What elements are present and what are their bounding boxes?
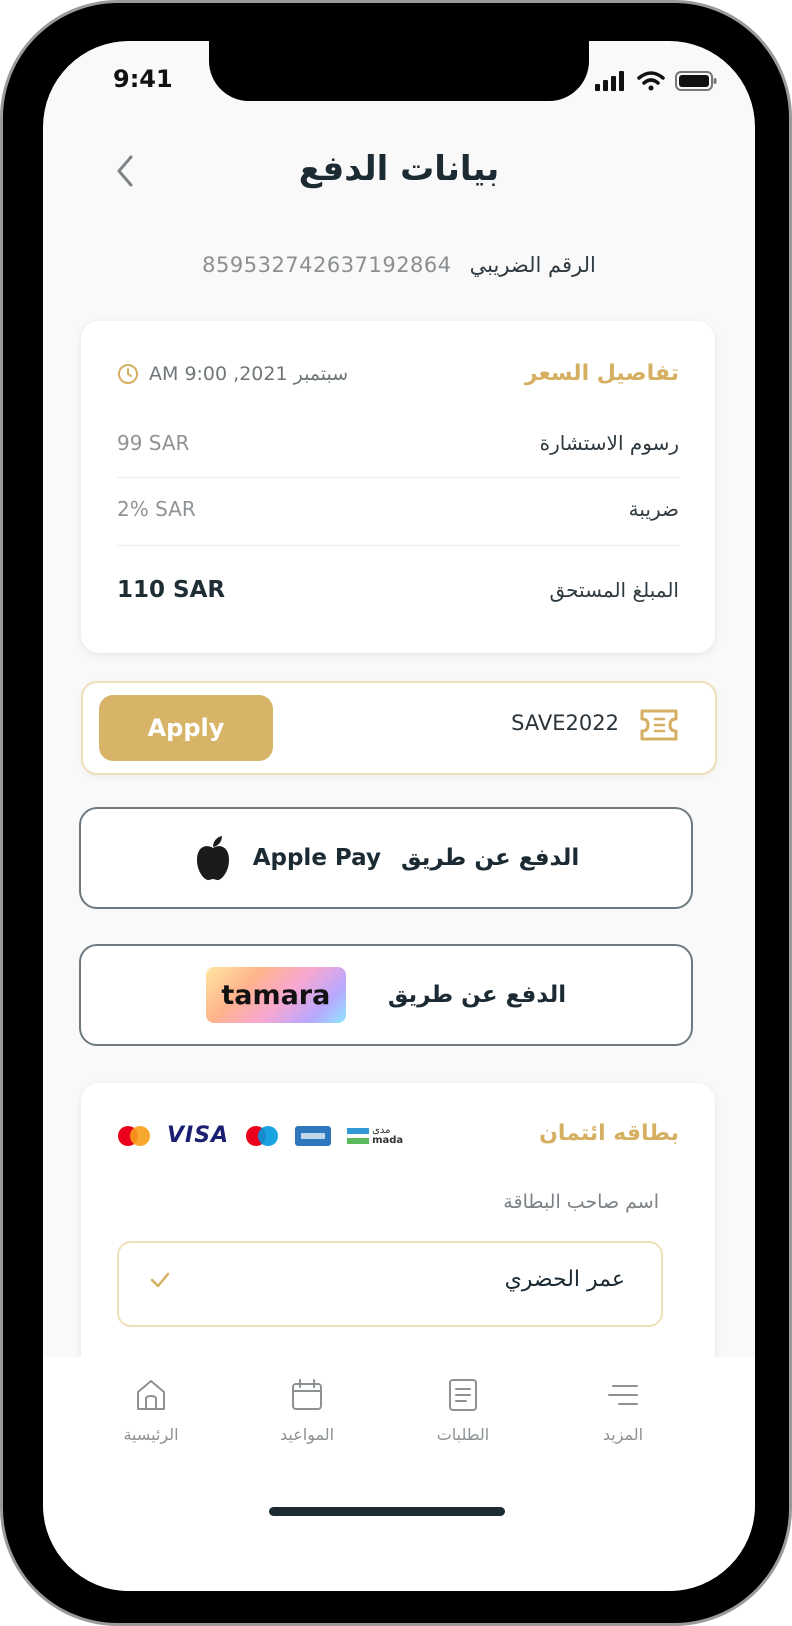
tab-more[interactable]: المزيد bbox=[563, 1377, 683, 1444]
visa-icon: VISA bbox=[167, 1123, 230, 1148]
tab-appointments-label: المواعيد bbox=[279, 1425, 335, 1444]
price-header-row: تفاصيل السعر سبتمبر 2021, 9:00 AM bbox=[117, 361, 679, 386]
more-icon bbox=[608, 1385, 638, 1405]
mastercard-icon bbox=[118, 1125, 150, 1146]
screen: 9:41 بيانات الدفع الرقم الضريبي 85953274… bbox=[43, 41, 755, 1591]
tax-label: الرقم الضريبي bbox=[469, 253, 596, 277]
page-title: بيانات الدفع bbox=[298, 149, 500, 189]
credit-card-title: بطاقه ائتمان bbox=[539, 1121, 679, 1146]
apple-pay-brand: Apple Pay bbox=[252, 845, 381, 871]
calendar-icon bbox=[292, 1379, 322, 1410]
maestro-icon bbox=[246, 1125, 279, 1146]
tab-appointments[interactable]: المواعيد bbox=[247, 1377, 367, 1444]
apple-pay-button[interactable]: الدفع عن طريق Apple Pay bbox=[79, 807, 693, 909]
orders-icon bbox=[449, 1379, 477, 1411]
datetime-text: سبتمبر 2021, 9:00 AM bbox=[149, 362, 349, 385]
card-brands: VISA مدى mada bbox=[117, 1123, 403, 1148]
credit-card-section: بطاقه ائتمان VISA مدى mada اسم صاحب البط… bbox=[81, 1083, 715, 1403]
signal-icon bbox=[595, 71, 624, 91]
tamara-pay-label: الدفع عن طريق bbox=[387, 982, 567, 1008]
home-indicator bbox=[269, 1507, 505, 1516]
consultation-fee-value: 99 SAR bbox=[117, 431, 190, 455]
consultation-fee-row: رسوم الاستشارة 99 SAR bbox=[117, 431, 679, 455]
clock-icon bbox=[118, 363, 138, 384]
tab-home[interactable]: الرئيسية bbox=[91, 1377, 211, 1444]
tamara-pay-button[interactable]: الدفع عن طريق tamara bbox=[79, 944, 693, 1046]
divider bbox=[117, 545, 679, 546]
card-holder-value[interactable]: عمر الحضري bbox=[505, 1267, 625, 1292]
apple-pay-label: الدفع عن طريق bbox=[400, 845, 580, 871]
ticket-icon bbox=[640, 709, 678, 741]
amount-due-label: المبلغ المستحق bbox=[549, 578, 679, 602]
amount-due-row: المبلغ المستحق 110 SAR bbox=[117, 577, 679, 603]
price-details-card: تفاصيل السعر سبتمبر 2021, 9:00 AM رسوم ا… bbox=[81, 321, 715, 653]
mada-text: mada bbox=[372, 1134, 404, 1146]
tax-number-row: الرقم الضريبي 859532742637192864 bbox=[43, 253, 755, 277]
home-icon bbox=[137, 1380, 165, 1410]
card-holder-input[interactable]: عمر الحضري bbox=[117, 1241, 663, 1327]
mada-icon: مدى mada bbox=[347, 1125, 403, 1147]
mada-arabic: مدى bbox=[372, 1124, 391, 1136]
apply-coupon-button[interactable]: Apply bbox=[99, 695, 273, 761]
tax-number: 859532742637192864 bbox=[202, 253, 452, 277]
check-icon bbox=[150, 1272, 170, 1288]
status-time: 9:41 bbox=[113, 65, 173, 93]
amex-icon bbox=[295, 1125, 332, 1146]
tamara-logo: tamara bbox=[205, 967, 346, 1023]
card-holder-label: اسم صاحب البطاقة bbox=[503, 1191, 659, 1213]
tax-rate-row: ضريبة 2% SAR bbox=[117, 497, 679, 521]
tab-orders[interactable]: الطلبات bbox=[403, 1377, 523, 1444]
apple-pay-content: الدفع عن طريق Apple Pay bbox=[81, 809, 691, 907]
tab-more-label: المزيد bbox=[602, 1425, 644, 1444]
tab-home-label: الرئيسية bbox=[123, 1425, 179, 1444]
amount-due-value: 110 SAR bbox=[117, 577, 226, 603]
appointment-datetime: سبتمبر 2021, 9:00 AM bbox=[117, 363, 348, 385]
notch bbox=[209, 41, 589, 101]
consultation-fee-label: رسوم الاستشارة bbox=[539, 431, 679, 455]
status-icons bbox=[595, 71, 717, 91]
bottom-tab-bar: الرئيسية المواعيد الطلبات المزيد bbox=[43, 1357, 755, 1591]
coupon-code[interactable]: SAVE2022 bbox=[511, 711, 619, 735]
phone-frame: 9:41 بيانات الدفع الرقم الضريبي 85953274… bbox=[0, 0, 792, 1626]
battery-icon bbox=[675, 71, 717, 91]
tab-orders-label: الطلبات bbox=[436, 1425, 490, 1444]
wifi-icon bbox=[637, 71, 665, 91]
tax-rate-label: ضريبة bbox=[628, 497, 679, 521]
tax-rate-value: 2% SAR bbox=[117, 497, 196, 521]
divider bbox=[117, 477, 679, 478]
tamara-pay-content: الدفع عن طريق tamara bbox=[81, 946, 691, 1044]
apple-logo-icon bbox=[196, 836, 229, 881]
price-details-title: تفاصيل السعر bbox=[524, 361, 679, 386]
coupon-field[interactable]: Apply SAVE2022 bbox=[81, 681, 717, 775]
